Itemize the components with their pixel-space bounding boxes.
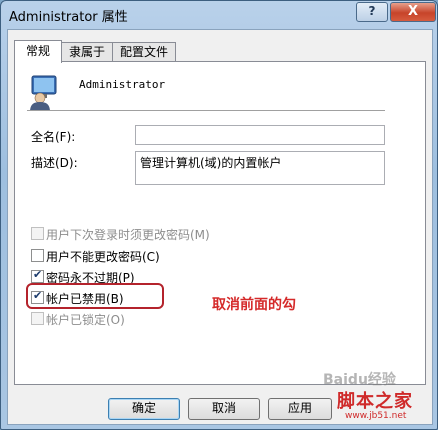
option-label: 帐户已锁定(O) [46, 313, 125, 327]
checkmark-icon: ✔ [33, 268, 43, 281]
title-bar[interactable]: Administrator 属性 ? X [1, 1, 437, 29]
watermark-url: www.jb51.net [345, 411, 407, 421]
tab-profile[interactable]: 配置文件 [112, 42, 176, 62]
fullname-field[interactable] [135, 125, 385, 145]
user-icon [30, 75, 57, 112]
highlight-circle [26, 283, 164, 309]
checkbox[interactable] [31, 249, 44, 262]
cancel-button[interactable]: 取消 [188, 398, 260, 420]
close-button[interactable]: X [390, 2, 436, 22]
dialog-client-area: 常规 隶属于 配置文件 Administrator 全名(F): 描述(D): … [7, 29, 433, 425]
separator [27, 110, 385, 112]
description-field[interactable]: 管理计算机(域)的内置帐户 [135, 151, 385, 185]
annotation-text: 取消前面的勾 [212, 297, 296, 313]
help-button[interactable]: ? [356, 2, 388, 22]
general-tab-panel: Administrator 全名(F): 描述(D): 管理计算机(域)的内置帐… [14, 61, 426, 385]
checkbox[interactable]: ✔ [31, 268, 44, 283]
username-label: Administrator [79, 78, 166, 91]
option-label: 用户下次登录时须更改密码(M) [46, 228, 210, 242]
ok-button[interactable]: 确定 [108, 398, 180, 420]
apply-button[interactable]: 应用 [268, 398, 332, 420]
close-icon: X [407, 4, 419, 19]
option-label: 用户不能更改密码(C) [46, 250, 160, 264]
tab-general[interactable]: 常规 [14, 40, 62, 63]
help-icon: ? [368, 4, 376, 18]
baidu-watermark: Baidu经验 [323, 372, 396, 388]
description-label: 描述(D): [31, 156, 78, 170]
fullname-label: 全名(F): [31, 130, 76, 144]
tab-member-of[interactable]: 隶属于 [61, 42, 113, 62]
window-title: Administrator 属性 [9, 10, 128, 25]
checkbox[interactable] [31, 227, 44, 240]
jb51-watermark: 脚本之家 [337, 391, 413, 412]
properties-window: Administrator 属性 ? X 常规 隶属于 配置文件 Adminis… [0, 0, 438, 430]
checkbox[interactable] [31, 312, 44, 325]
